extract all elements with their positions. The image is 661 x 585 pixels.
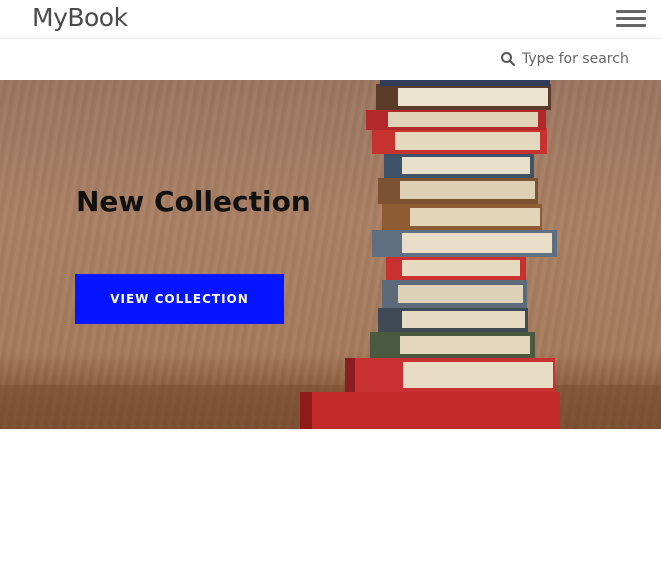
hero-banner: New Collection VIEW COLLECTION — [0, 80, 661, 429]
top-navigation-bar: MyBook — [0, 0, 661, 39]
search-icon[interactable] — [500, 51, 516, 67]
stack-of-books-image — [0, 80, 661, 429]
menu-line — [616, 10, 646, 13]
book-stack — [300, 80, 560, 429]
hamburger-menu-icon[interactable] — [616, 8, 646, 30]
main-content-area — [0, 429, 661, 585]
menu-line — [616, 17, 646, 20]
brand-logo[interactable]: MyBook — [32, 3, 128, 32]
search-bar — [0, 39, 661, 80]
search-field[interactable] — [500, 49, 642, 69]
hero-title: New Collection — [76, 185, 311, 218]
search-input[interactable] — [522, 51, 642, 67]
view-collection-button[interactable]: VIEW COLLECTION — [75, 274, 284, 324]
menu-line — [616, 24, 646, 27]
